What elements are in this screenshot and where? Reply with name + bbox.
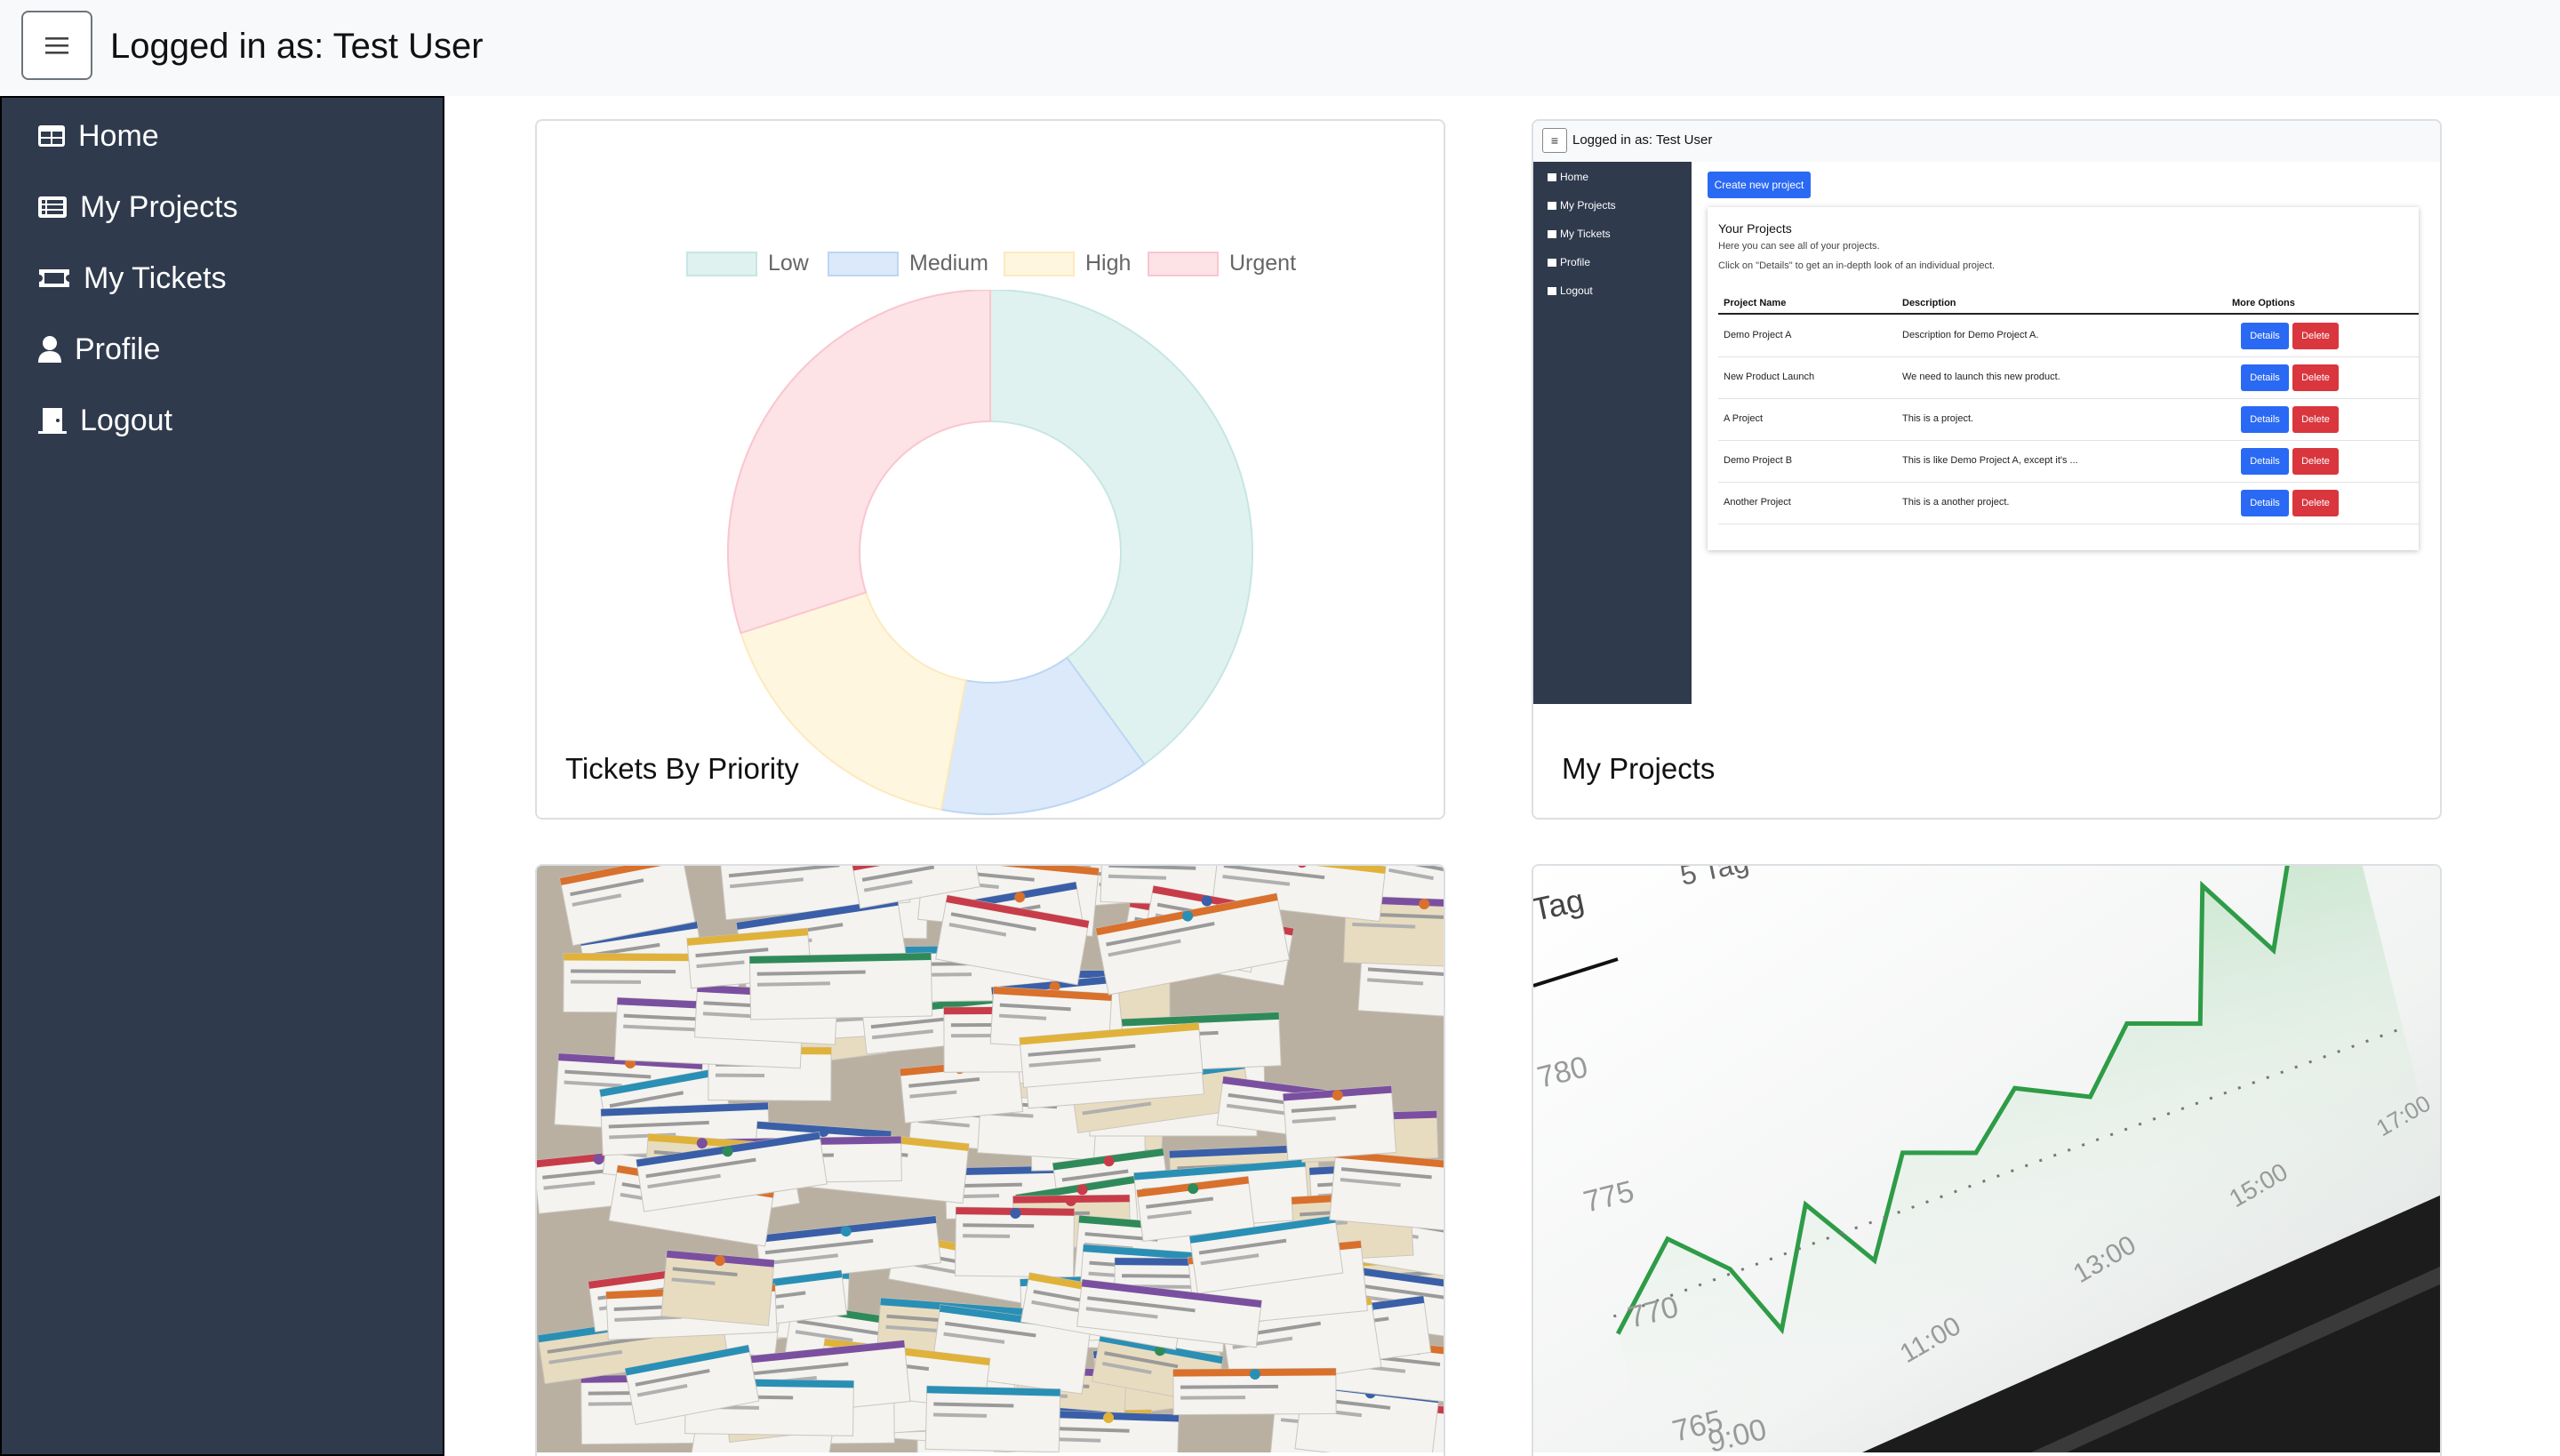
preview-details-button: Details [2241, 448, 2289, 475]
ticket-icon [39, 269, 69, 287]
menu-toggle-button[interactable] [21, 11, 92, 80]
preview-details-button: Details [2241, 364, 2289, 391]
preview-projects-panel: Your Projects Here you can see all of yo… [1708, 207, 2419, 550]
preview-delete-button: Delete [2292, 448, 2339, 475]
preview-header-title: Logged in as: Test User [1572, 132, 1713, 148]
sidebar-item-label: Logout [80, 403, 172, 437]
legend-swatch [828, 251, 899, 276]
preview-panel-subtitle: Here you can see all of your projects. [1718, 241, 1880, 252]
legend-item-low[interactable]: Low [686, 251, 809, 276]
preview-cell-name: Another Project [1724, 497, 1791, 508]
preview-sidebar: Home My Projects My Tickets Profile Logo… [1533, 162, 1692, 704]
preview-panel-title: Your Projects [1718, 221, 1792, 236]
hamburger-icon [45, 37, 68, 54]
preview-details-button: Details [2241, 490, 2289, 516]
logged-in-label: Logged in as: Test User [110, 27, 484, 66]
preview-hamburger-icon: ≡ [1542, 128, 1567, 153]
preview-nav-profile: Profile [1548, 256, 1590, 268]
preview-delete-button: Delete [2292, 364, 2339, 391]
preview-cell-name: Demo Project A [1724, 330, 1792, 340]
preview-cell-description: Description for Demo Project A. [1902, 330, 2039, 340]
preview-col-description: Description [1902, 298, 1956, 308]
preview-create-project-button: Create new project [1708, 172, 1811, 198]
stock-chart-photo-image: Tag 5 Tag 780 775 770 765 11:00 13:00 15… [1533, 866, 2440, 1452]
card-stock-chart-photo[interactable]: Tag 5 Tag 780 775 770 765 11:00 13:00 15… [1532, 864, 2442, 1456]
preview-cell-name: A Project [1724, 413, 1764, 424]
card-tickets-by-priority[interactable]: Low Medium High Urgent Tickets By Priori… [535, 119, 1445, 820]
sidebar-item-home[interactable]: Home [37, 109, 159, 163]
preview-nav-projects: My Projects [1548, 199, 1616, 212]
card-my-projects[interactable]: ≡ Logged in as: Test User Home My Projec… [1532, 119, 2442, 820]
legend-label: Medium [909, 251, 988, 276]
sidebar-item-my-tickets[interactable]: My Tickets [37, 252, 227, 305]
preview-details-button: Details [2241, 323, 2289, 349]
legend-item-high[interactable]: High [1004, 251, 1131, 276]
preview-cell-description: This is a project. [1902, 413, 1974, 424]
card-title: Tickets By Priority [565, 752, 799, 785]
tickets-photo-image [537, 866, 1444, 1452]
sidebar-item-label: Profile [75, 332, 161, 366]
door-icon [38, 408, 67, 434]
card-title: My Projects [1562, 752, 1716, 785]
sidebar-item-label: My Tickets [84, 260, 227, 295]
legend-swatch [686, 251, 757, 276]
preview-nav-tickets: My Tickets [1548, 228, 1611, 240]
preview-col-options: More Options [2232, 298, 2295, 308]
sidebar-item-profile[interactable]: Profile [37, 323, 160, 376]
user-icon [38, 336, 61, 363]
priority-donut-chart [727, 290, 1253, 815]
preview-top-navbar: ≡ Logged in as: Test User [1533, 121, 2440, 162]
legend-item-medium[interactable]: Medium [828, 251, 988, 276]
table-icon [38, 125, 65, 147]
legend-label: High [1085, 251, 1132, 276]
preview-table-row: New Product Launch We need to launch this… [1718, 357, 2419, 399]
legend-swatch [1148, 251, 1219, 276]
preview-table-row: Another Project This is a another project… [1718, 483, 2419, 524]
legend-item-urgent[interactable]: Urgent [1148, 251, 1296, 276]
preview-cell-description: We need to launch this new product. [1902, 372, 2060, 382]
legend-label: Urgent [1229, 251, 1297, 276]
preview-table-row: Demo Project B This is like Demo Project … [1718, 441, 2419, 483]
legend-swatch [1004, 251, 1075, 276]
preview-delete-button: Delete [2292, 490, 2339, 516]
card-tickets-photo[interactable] [535, 864, 1445, 1456]
list-icon [38, 196, 67, 218]
preview-table-row: Demo Project A Description for Demo Proje… [1718, 316, 2419, 357]
legend-label: Low [768, 251, 809, 276]
preview-col-name: Project Name [1724, 298, 1787, 308]
preview-nav-logout: Logout [1548, 284, 1593, 297]
preview-cell-name: New Product Launch [1724, 372, 1815, 382]
preview-delete-button: Delete [2292, 406, 2339, 433]
top-navbar: Logged in as: Test User [0, 0, 2560, 96]
sidebar-item-my-projects[interactable]: My Projects [37, 180, 238, 234]
preview-table-row: A Project This is a project. Details Delete [1718, 399, 2419, 441]
preview-nav-home: Home [1548, 171, 1588, 183]
sidebar-item-label: Home [78, 118, 159, 153]
sidebar: Home My Projects My Tickets Profile Logo… [0, 96, 444, 1456]
preview-panel-hint: Click on "Details" to get an in-depth lo… [1718, 260, 1996, 271]
projects-preview-screenshot: ≡ Logged in as: Test User Home My Projec… [1533, 121, 2440, 708]
sidebar-item-label: My Projects [80, 189, 238, 224]
donut-slice-urgent[interactable] [727, 290, 991, 635]
preview-delete-button: Delete [2292, 323, 2339, 349]
preview-cell-description: This is a another project. [1902, 497, 2010, 508]
preview-cell-name: Demo Project B [1724, 455, 1793, 466]
preview-cell-description: This is like Demo Project A, except it's… [1902, 455, 2078, 466]
preview-header-rule [1718, 313, 2419, 315]
preview-details-button: Details [2241, 406, 2289, 433]
chart-legend: Low Medium High Urgent [537, 251, 1444, 286]
sidebar-item-logout[interactable]: Logout [37, 394, 172, 447]
